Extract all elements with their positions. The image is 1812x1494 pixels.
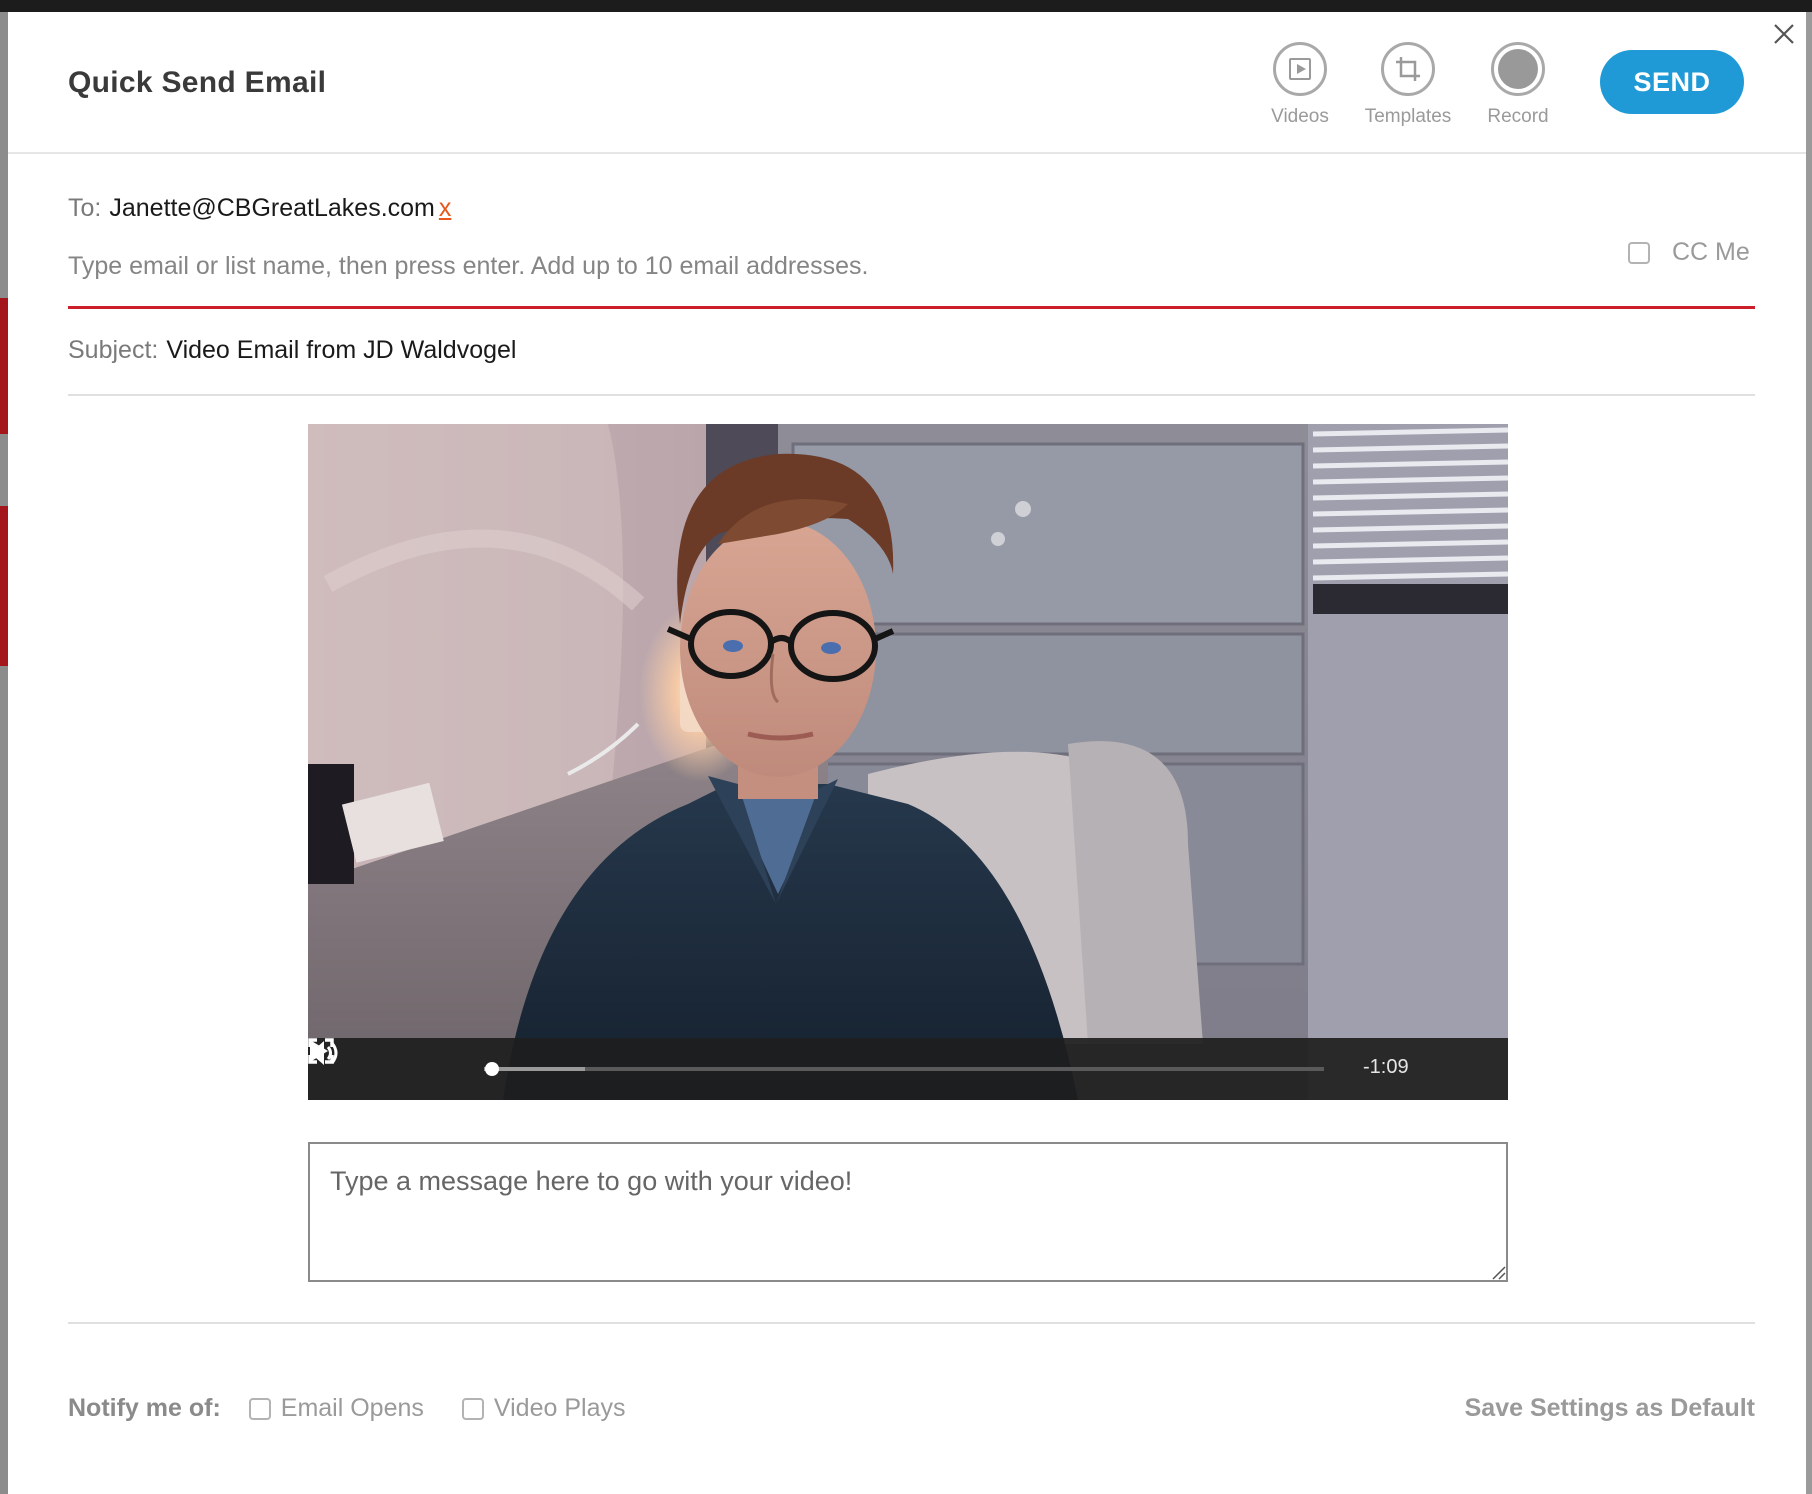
video-player[interactable]: -1:09 (308, 424, 1508, 1100)
resize-grip-icon[interactable] (1492, 1266, 1506, 1280)
top-window-strip (0, 0, 1812, 12)
cc-me-option[interactable]: CC Me (1628, 238, 1750, 267)
cc-me-checkbox[interactable] (1628, 241, 1650, 264)
notify-label: Notify me of: (68, 1394, 221, 1422)
to-label: To: (68, 194, 102, 222)
quick-send-email-modal: Quick Send Email Videos Templates Record… (8, 12, 1806, 1494)
video-controls: -1:09 (308, 1038, 1508, 1100)
subject-input[interactable] (166, 336, 1567, 365)
templates-tool-label: Templates (1364, 106, 1452, 127)
email-address-input[interactable] (68, 248, 1368, 284)
notify-video-plays-option[interactable]: Video Plays (461, 1394, 626, 1423)
cc-me-label: CC Me (1672, 238, 1750, 266)
videos-tool-label: Videos (1271, 106, 1329, 127)
remove-recipient-link[interactable]: x (439, 194, 452, 222)
close-icon[interactable] (1772, 22, 1796, 46)
recipient-chip: Janette@CBGreatLakes.com (109, 194, 435, 222)
to-recipients-row: To: Janette@CBGreatLakes.com x (68, 194, 451, 223)
subject-label: Subject: (68, 336, 159, 364)
template-crop-icon (1381, 42, 1435, 96)
email-opens-label: Email Opens (280, 1394, 424, 1422)
email-opens-checkbox[interactable] (248, 1397, 271, 1420)
background-page-right (1806, 12, 1812, 1494)
background-page-left (0, 12, 8, 1494)
video-frame-person-in-office (308, 424, 1508, 1100)
record-tool-label: Record (1487, 106, 1549, 127)
save-settings-default-link[interactable]: Save Settings as Default (1448, 1394, 1755, 1423)
background-page-accent (0, 506, 8, 666)
background-page-accent (0, 298, 8, 434)
modal-header: Quick Send Email Videos Templates Record… (8, 12, 1806, 154)
video-plays-checkbox[interactable] (461, 1397, 484, 1420)
subject-divider (68, 394, 1755, 396)
video-time-remaining: -1:09 (1363, 1056, 1409, 1078)
video-scrub-handle[interactable] (485, 1062, 500, 1076)
subject-row: Subject: (68, 336, 1755, 365)
record-icon (1491, 42, 1545, 96)
modal-title: Quick Send Email (68, 66, 327, 99)
footer-divider (68, 1322, 1755, 1324)
video-buffered-bar (484, 1067, 585, 1071)
video-progress-bar[interactable] (484, 1062, 1324, 1076)
videos-tool-button[interactable]: Videos (1245, 42, 1355, 128)
templates-tool-button[interactable]: Templates (1353, 42, 1463, 128)
video-plays-label: Video Plays (493, 1394, 626, 1422)
to-field-underline (68, 306, 1755, 309)
notify-email-opens-option[interactable]: Email Opens (248, 1394, 424, 1423)
record-tool-button[interactable]: Record (1463, 42, 1573, 128)
message-textarea[interactable] (308, 1142, 1508, 1282)
send-button[interactable]: SEND (1600, 50, 1744, 114)
fullscreen-icon[interactable] (308, 1038, 334, 1064)
video-library-icon (1273, 42, 1327, 96)
notify-settings: Notify me of: Email Opens Video Plays (68, 1394, 663, 1423)
